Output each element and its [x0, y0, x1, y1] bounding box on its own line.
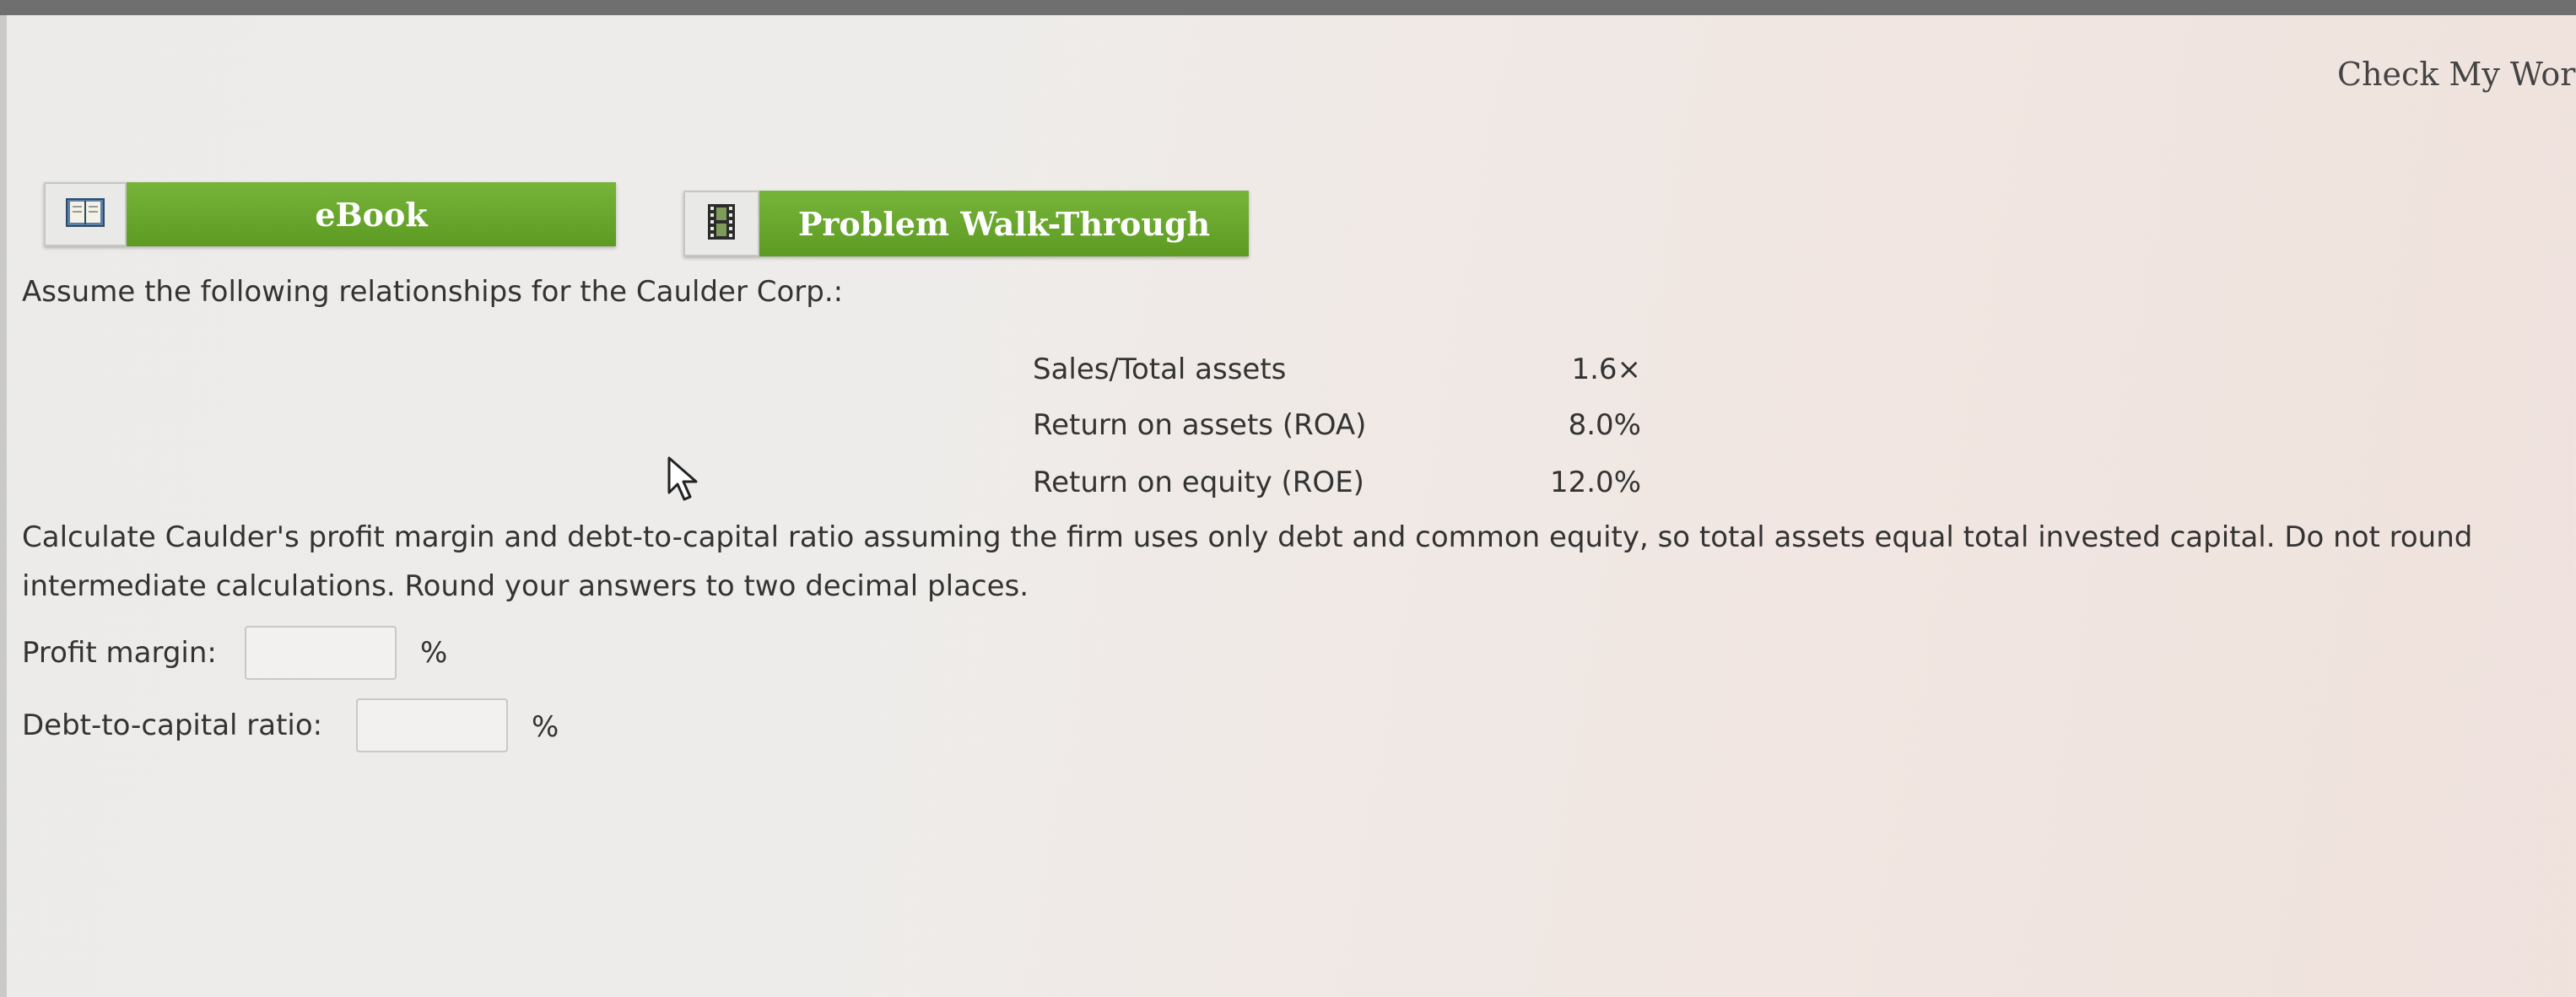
percent-unit: %: [532, 710, 559, 744]
walkthrough-icon-box: [683, 191, 759, 256]
assignment-page: Check My Work eBook Problem Walk-Through…: [0, 0, 2576, 997]
ratio-label: Return on assets (ROA): [1033, 408, 1367, 442]
percent-unit: %: [420, 636, 448, 670]
film-icon: [706, 202, 737, 245]
check-my-work-link[interactable]: Check My Work: [2337, 56, 2576, 93]
ebook-icon-box: [44, 182, 127, 246]
profit-margin-input[interactable]: [245, 626, 397, 680]
ebook-label: eBook: [127, 182, 616, 246]
ratio-label: Return on equity (ROE): [1033, 466, 1364, 499]
top-border: [0, 0, 2576, 15]
mouse-cursor-icon: [667, 455, 702, 506]
debt-to-capital-input[interactable]: [356, 698, 508, 752]
profit-margin-label: Profit margin:: [22, 636, 217, 670]
ebook-button[interactable]: eBook: [44, 182, 616, 246]
book-icon: [65, 196, 105, 233]
ratio-value: 8.0%: [1568, 408, 1641, 442]
problem-walkthrough-label: Problem Walk-Through: [759, 191, 1249, 256]
debt-to-capital-label: Debt-to-capital ratio:: [22, 709, 323, 742]
ratio-value: 1.6×: [1571, 353, 1641, 386]
question-text: intermediate calculations. Round your an…: [22, 569, 1029, 603]
left-edge: [0, 15, 7, 997]
ratio-label: Sales/Total assets: [1033, 353, 1287, 386]
problem-intro: Assume the following relationships for t…: [22, 275, 844, 309]
question-text: Calculate Caulder's profit margin and de…: [22, 520, 2473, 554]
ratio-value: 12.0%: [1549, 466, 1641, 499]
problem-walkthrough-button[interactable]: Problem Walk-Through: [683, 191, 1249, 256]
